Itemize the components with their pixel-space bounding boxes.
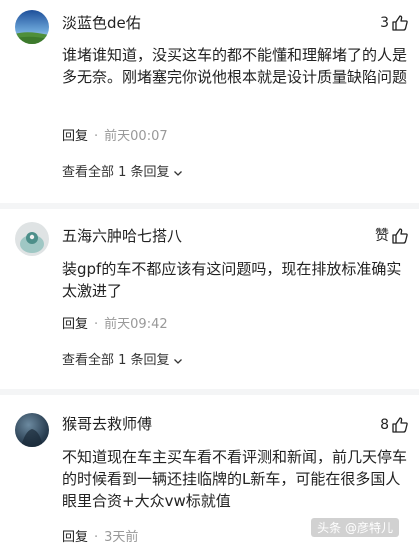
view-all-replies-link[interactable]: 查看全部 1 条回复: [62, 164, 183, 182]
view-all-replies-link[interactable]: 查看全部 1 条回复: [62, 352, 183, 370]
like-label: 赞: [375, 228, 389, 244]
username[interactable]: 猴哥去救师傅: [62, 414, 152, 434]
comment-item: 淡蓝色de佑 3 谁堵谁知道，没买这车的都不能懂和理解堵了的人是多无奈。刚堵塞完…: [0, 0, 419, 192]
view-all-replies-label: 查看全部 1 条回复: [62, 353, 170, 368]
comment-text: 装gpf的车不都应该有这问题吗，现在排放标准确实太激进了: [62, 260, 402, 300]
thumbs-up-icon: [392, 228, 408, 244]
timestamp: 3天前: [104, 530, 139, 545]
view-all-replies-label: 查看全部 1 条回复: [62, 165, 170, 180]
comment-text: 不知道现在车主买车看不看评测和新闻，前几天停车的时候看到一辆还挂临牌的L新车，可…: [62, 448, 408, 510]
separator-dot: ·: [94, 530, 99, 545]
comment-meta: 回复 · 前天00:07: [62, 128, 168, 146]
comment-text: 谁堵谁知道，没买这车的都不能懂和理解堵了的人是多无奈。刚堵塞完你说他根本就是设计…: [62, 46, 408, 86]
thumbs-up-icon: [392, 417, 408, 433]
reply-button[interactable]: 回复: [62, 317, 88, 332]
watermark: 头条 @彦特儿: [311, 518, 399, 537]
chevron-down-icon: [173, 170, 182, 176]
separator-dot: ·: [94, 317, 99, 332]
username[interactable]: 淡蓝色de佑: [62, 13, 141, 33]
timestamp: 前天09:42: [104, 317, 168, 332]
like-button[interactable]: 赞: [375, 226, 409, 246]
like-button[interactable]: 3: [380, 13, 409, 33]
avatar[interactable]: [15, 413, 49, 447]
reply-button[interactable]: 回复: [62, 530, 88, 545]
reply-button[interactable]: 回复: [62, 129, 88, 144]
like-count: 3: [380, 15, 389, 31]
timestamp: 前天00:07: [104, 129, 168, 144]
chevron-down-icon: [173, 358, 182, 364]
comment-meta: 回复 · 前天09:42: [62, 316, 168, 334]
comment-meta: 回复 · 3天前: [62, 529, 138, 547]
like-count: 8: [380, 417, 389, 433]
username[interactable]: 五海六肿哈七搭八: [62, 226, 182, 246]
separator-dot: ·: [94, 129, 99, 144]
comment-item: 五海六肿哈七搭八 赞 装gpf的车不都应该有这问题吗，现在排放标准确实太激进了 …: [0, 209, 419, 394]
avatar[interactable]: [15, 222, 49, 256]
avatar[interactable]: [15, 10, 49, 44]
thumbs-up-icon: [392, 15, 408, 31]
like-button[interactable]: 8: [380, 415, 409, 435]
